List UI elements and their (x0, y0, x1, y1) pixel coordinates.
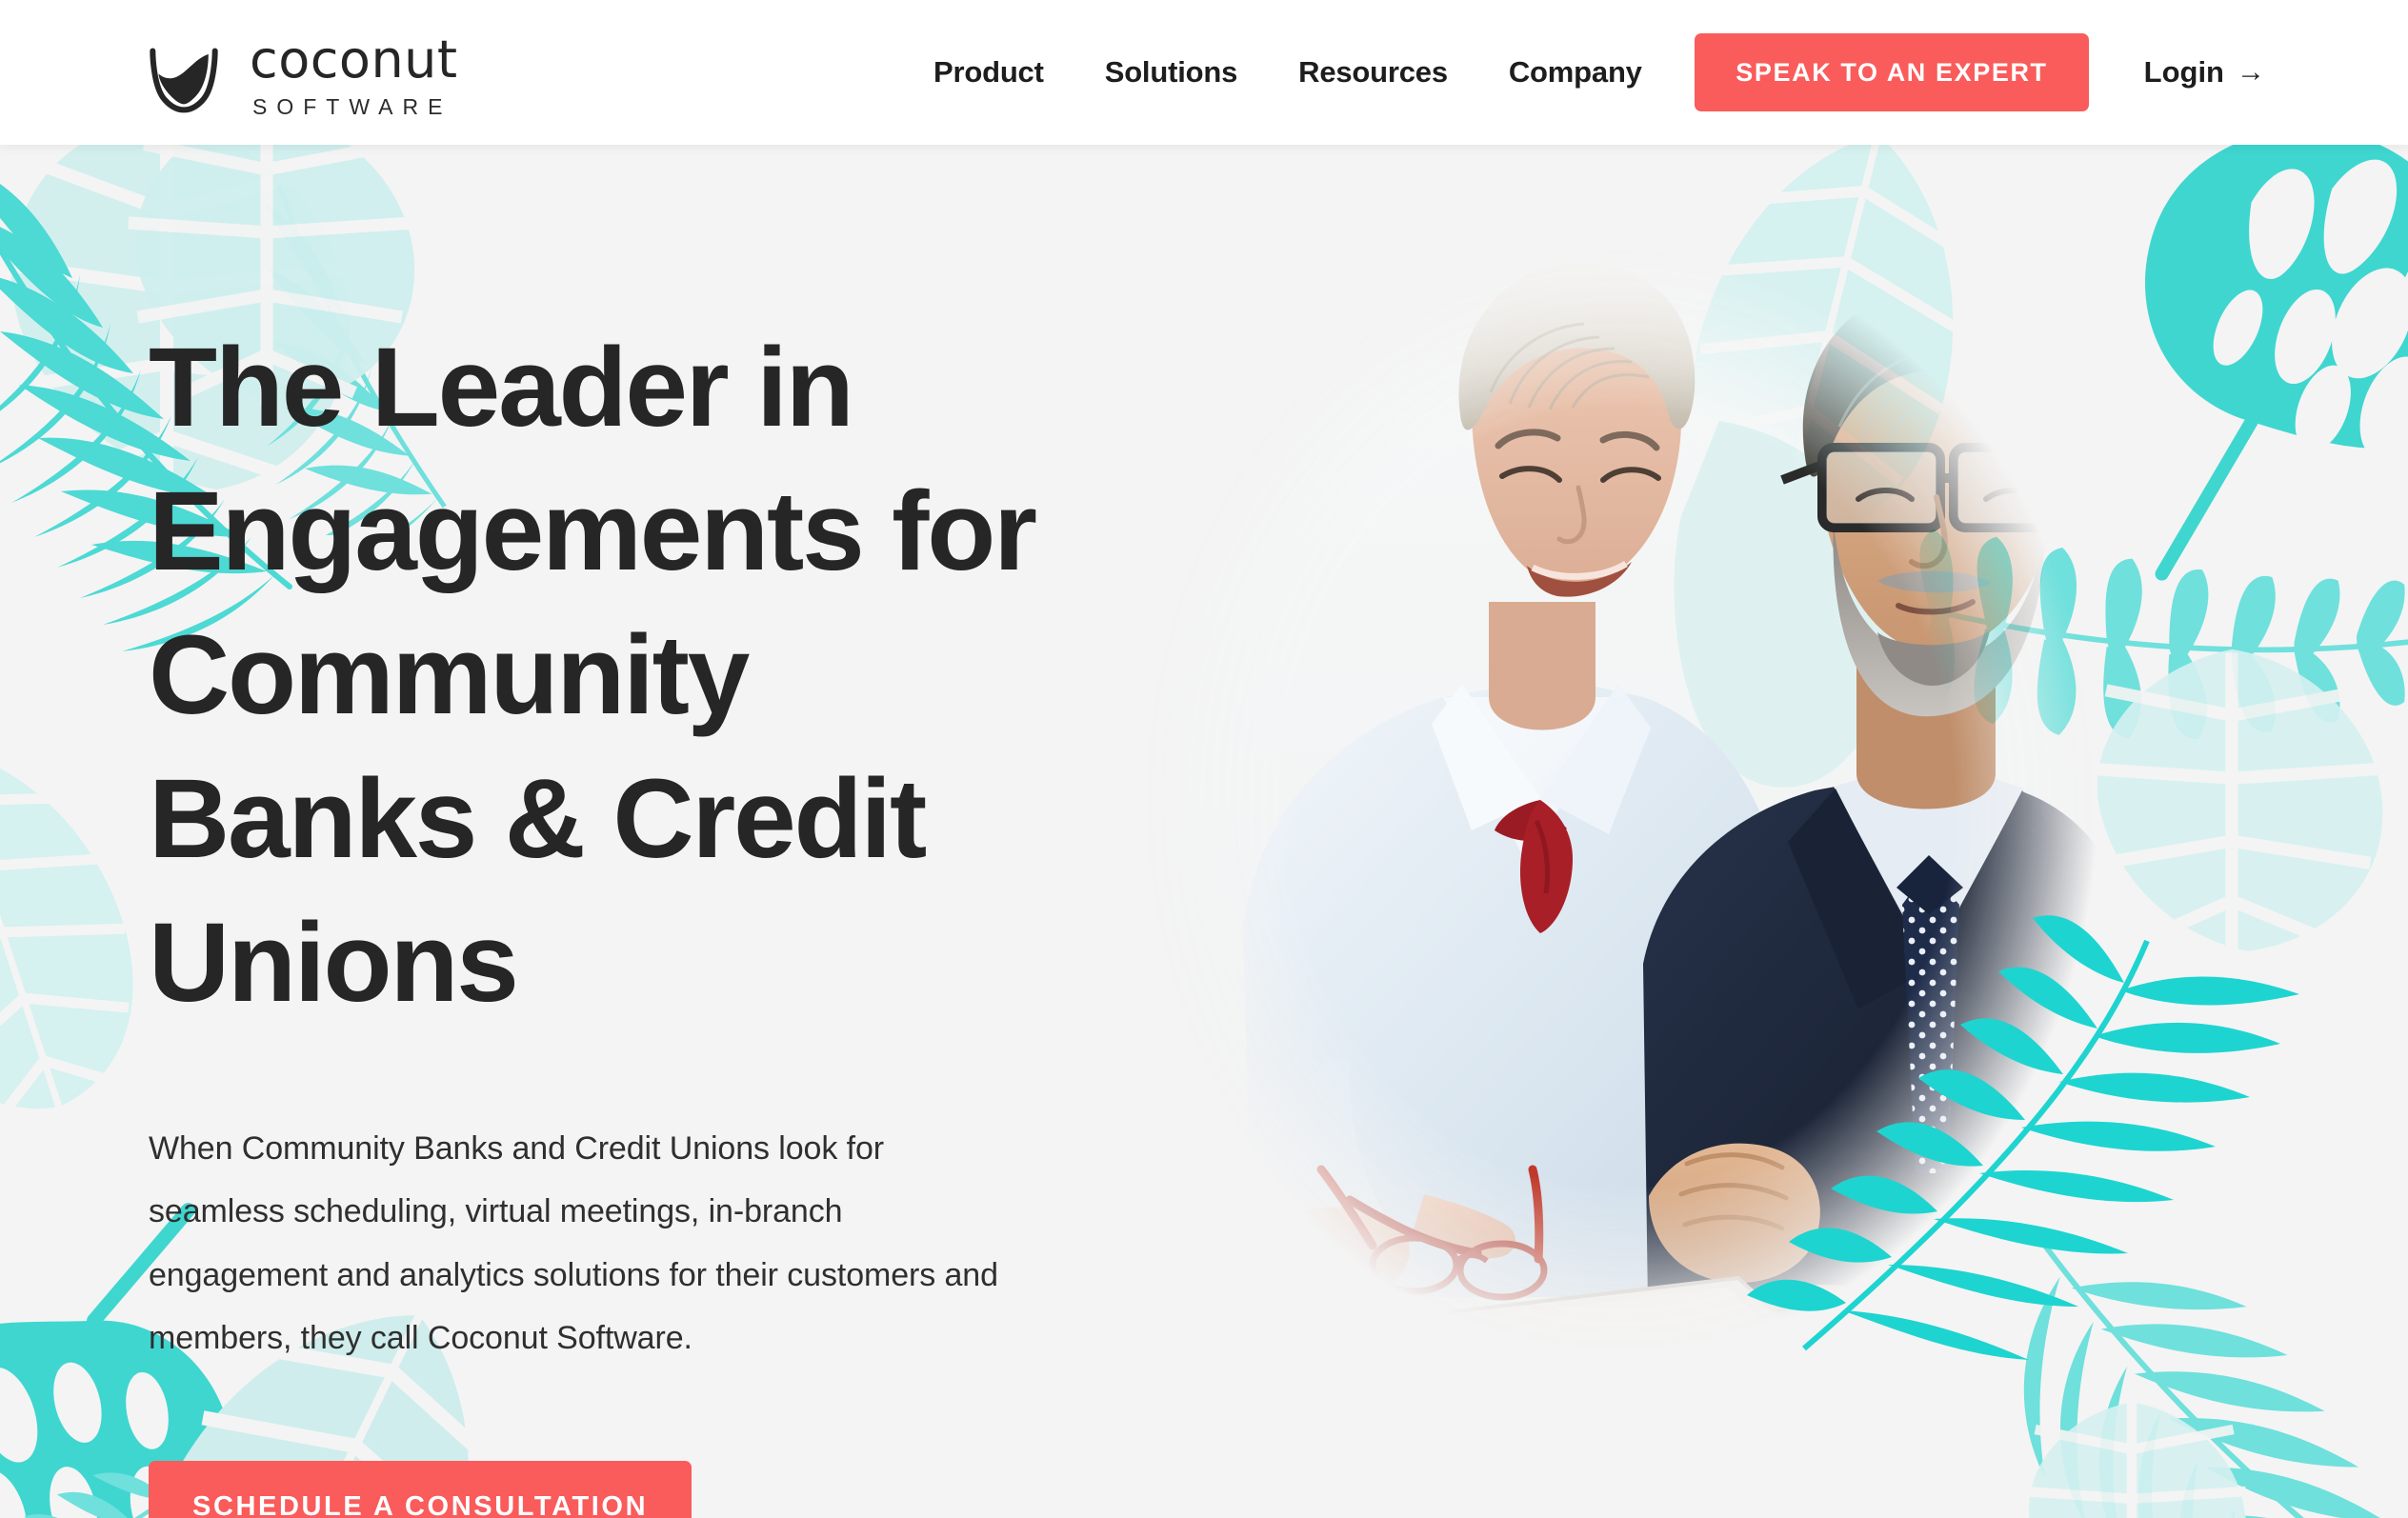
site-header: coconut SOFTWARE Product Solutions Resou… (0, 0, 2408, 145)
hero-section: The Leader in Engagements for Community … (0, 145, 2408, 1518)
coconut-logo-icon (143, 36, 225, 118)
primary-navigation: Product Solutions Resources Company (903, 0, 1673, 145)
brand-wordmark: coconut (250, 30, 458, 90)
nav-item-product[interactable]: Product (903, 55, 1074, 90)
page-title: The Leader in Engagements for Community … (149, 325, 1037, 1027)
hero-content: The Leader in Engagements for Community … (149, 316, 1120, 1518)
hero-subtitle: When Community Banks and Credit Unions l… (149, 1130, 998, 1357)
hero-photo (1110, 202, 2129, 1468)
login-label: Login (2143, 55, 2224, 89)
login-link[interactable]: Login → (2144, 55, 2265, 90)
nav-item-solutions[interactable]: Solutions (1074, 55, 1268, 90)
nav-item-resources[interactable]: Resources (1268, 55, 1478, 90)
nav-item-company[interactable]: Company (1478, 55, 1673, 90)
speak-to-an-expert-button[interactable]: SPEAK TO AN EXPERT (1695, 33, 2089, 111)
page-root: coconut SOFTWARE Product Solutions Resou… (0, 0, 2408, 1518)
header-actions: SPEAK TO AN EXPERT Login → (1695, 0, 2265, 145)
brand-logo[interactable]: coconut SOFTWARE (143, 34, 458, 120)
arrow-right-icon: → (2237, 56, 2265, 88)
brand-wordmark-group: coconut SOFTWARE (250, 34, 458, 120)
schedule-a-consultation-button[interactable]: SCHEDULE A CONSULTATION (149, 1461, 692, 1518)
brand-tagline: SOFTWARE (252, 94, 452, 119)
